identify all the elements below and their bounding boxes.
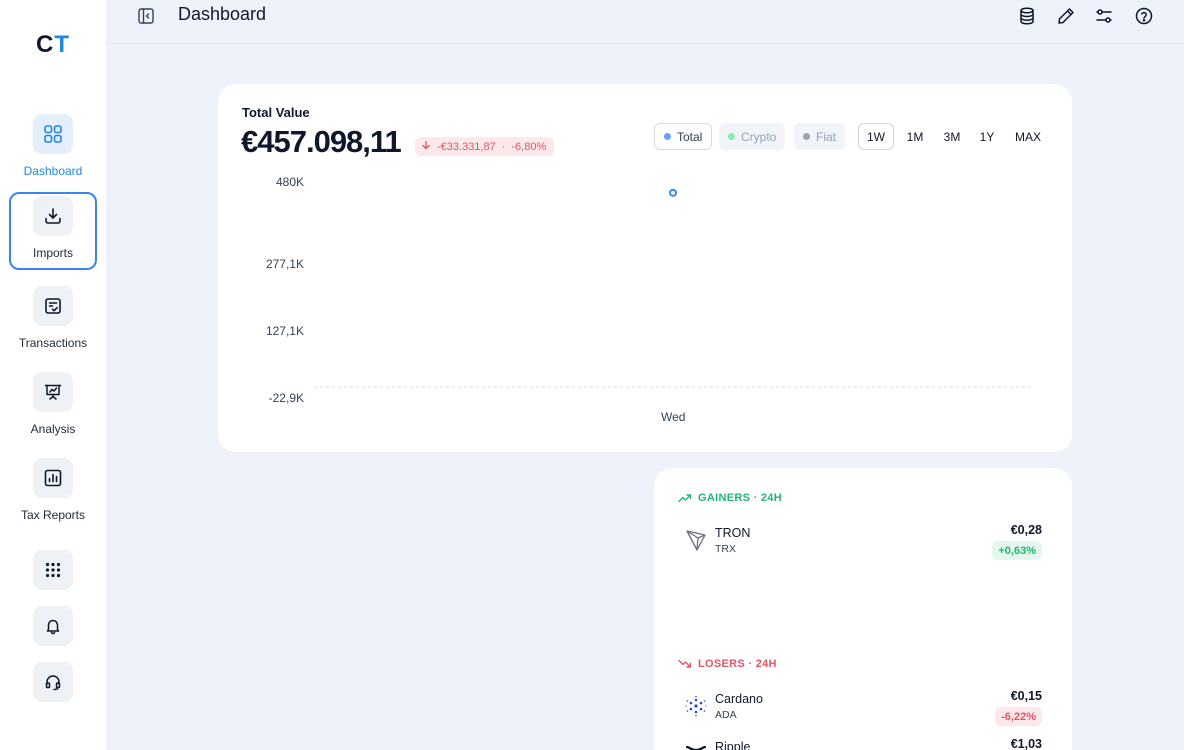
bar-chart-icon — [33, 458, 73, 498]
list-item-cardano[interactable]: Cardano ADA €0,15 -6,22% — [680, 689, 1044, 732]
sidebar-item-label: Dashboard — [23, 164, 83, 178]
sidebar-item-tax-reports[interactable]: Tax Reports — [9, 454, 97, 532]
coin-name: TRON — [715, 526, 751, 540]
sidebar-item-label: Imports — [32, 246, 73, 260]
coin-change-badge: +0,63% — [992, 541, 1042, 560]
list-item-tron[interactable]: TRON TRX €0,28 +0,63% — [680, 523, 1044, 566]
list-item-ripple[interactable]: Ripple €1,03 — [680, 737, 1044, 750]
grid-icon — [33, 114, 73, 154]
coin-symbol: TRX — [715, 543, 736, 555]
sidebar-item-analysis[interactable]: Analysis — [9, 368, 97, 446]
checklist-icon — [33, 286, 73, 326]
coin-change-badge: -6,22% — [995, 707, 1042, 726]
losers-title: LOSERS · 24H — [698, 658, 777, 670]
pencil-icon — [1058, 8, 1074, 24]
coin-symbol: ADA — [715, 709, 737, 721]
database-icon — [1020, 7, 1034, 25]
app-logo[interactable]: CT — [36, 31, 70, 59]
support-button[interactable] — [33, 662, 73, 702]
sidebar-item-imports[interactable]: Imports — [9, 192, 97, 270]
tron-logo-icon — [686, 530, 706, 551]
page-title: Dashboard — [178, 4, 267, 24]
gainers-title: GAINERS · 24H — [698, 492, 782, 504]
coin-price: €0,15 — [1010, 689, 1042, 703]
movers-card: GAINERS · 24H TRON TRX €0,28 +0,63% LOSE… — [654, 468, 1072, 750]
coin-price: €0,28 — [1010, 523, 1042, 537]
sliders-icon — [1096, 9, 1112, 23]
sidebar: CT Dashboard Imports Transactions Analys… — [0, 0, 106, 750]
notifications-button[interactable] — [33, 606, 73, 646]
gainers-header: GAINERS · 24H — [678, 492, 782, 504]
download-icon — [33, 196, 73, 236]
headset-icon — [45, 675, 61, 691]
apps-grid-icon — [45, 562, 61, 578]
cardano-logo-icon — [685, 695, 707, 717]
sidebar-collapse-icon — [138, 8, 154, 24]
bell-icon — [46, 619, 60, 635]
sidebar-item-dashboard[interactable]: Dashboard — [9, 110, 97, 188]
coin-name: Cardano — [715, 692, 763, 706]
coin-name: Ripple — [715, 740, 751, 750]
scrollbar-track[interactable] — [1184, 0, 1200, 750]
x-tick-label: Wed — [661, 410, 686, 424]
total-value-card: Total Value €457.098,11 -€33.331,87 · -6… — [218, 84, 1072, 452]
apps-grid-button[interactable] — [33, 550, 73, 590]
ripple-logo-icon — [685, 745, 707, 750]
help-button[interactable] — [1134, 6, 1154, 26]
help-icon — [1135, 7, 1153, 25]
presentation-chart-icon — [33, 372, 73, 412]
collapse-sidebar-button[interactable] — [137, 7, 155, 25]
sidebar-item-transactions[interactable]: Transactions — [9, 282, 97, 360]
trend-down-icon — [678, 659, 692, 668]
edit-button[interactable] — [1056, 6, 1076, 26]
settings-sliders-button[interactable] — [1094, 6, 1114, 26]
database-button[interactable] — [1017, 6, 1037, 26]
sidebar-item-label: Tax Reports — [20, 508, 86, 522]
coin-price: €1,03 — [1010, 737, 1042, 750]
sidebar-item-label: Transactions — [18, 336, 88, 350]
top-bar: Dashboard — [106, 0, 1184, 44]
portfolio-chart[interactable] — [218, 84, 1072, 452]
losers-header: LOSERS · 24H — [678, 658, 777, 670]
chart-data-point[interactable] — [669, 188, 677, 197]
sidebar-item-label: Analysis — [30, 422, 76, 436]
trend-up-icon — [678, 494, 692, 503]
